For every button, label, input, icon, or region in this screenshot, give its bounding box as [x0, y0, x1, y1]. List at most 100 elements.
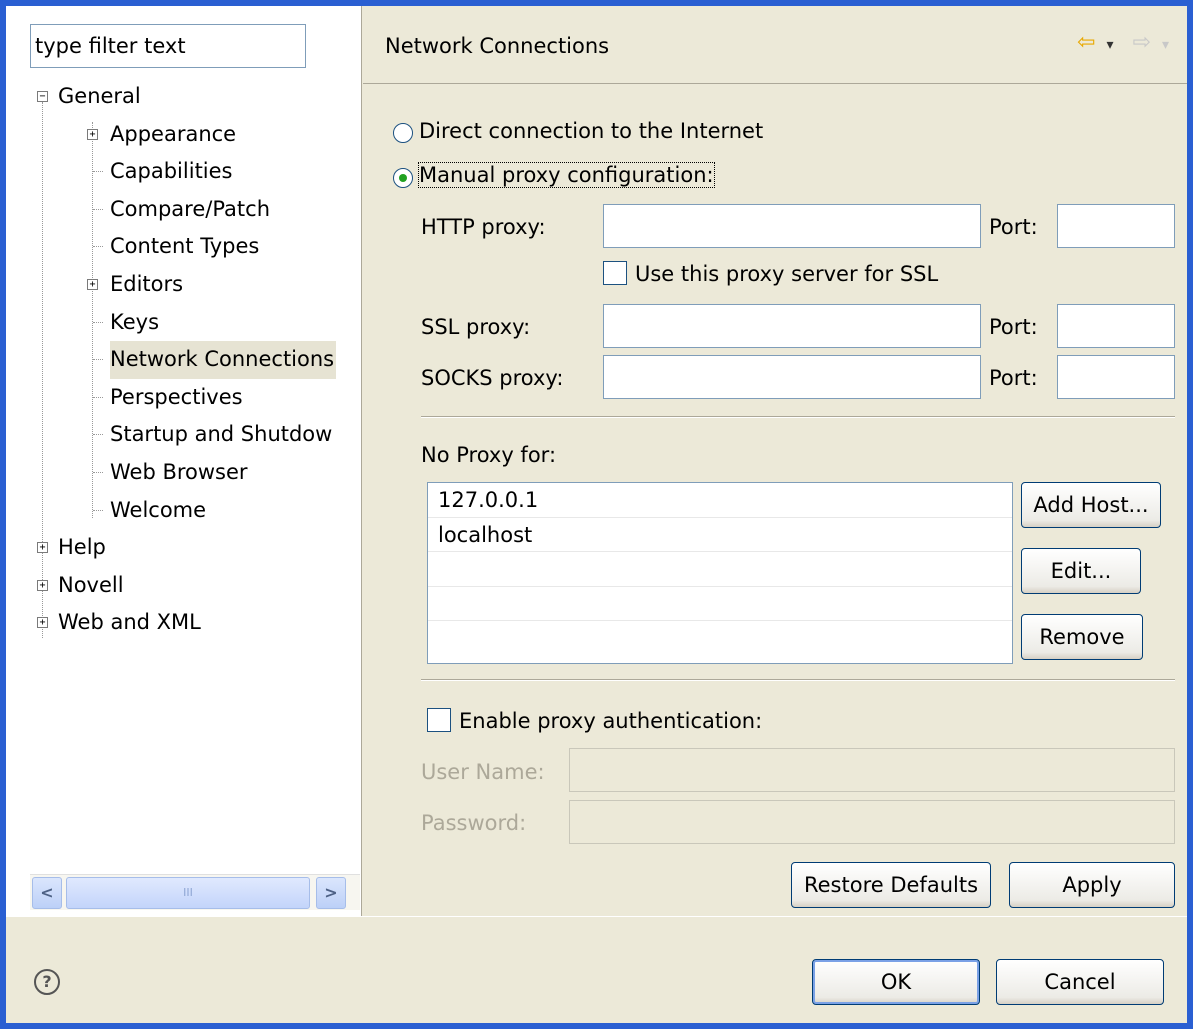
ssl-port-label: Port:	[989, 315, 1038, 339]
tree-item-web-browser[interactable]: Web Browser	[36, 454, 362, 492]
edit-host-button[interactable]: Edit...	[1021, 548, 1141, 594]
dialog-button-bar: ? OK Cancel	[6, 916, 1187, 1023]
password-input	[569, 800, 1175, 844]
scroll-right-button[interactable]: >	[316, 877, 346, 909]
tree-item-content-types[interactable]: Content Types	[36, 228, 362, 266]
tree-connector	[93, 321, 103, 323]
tree-connector	[93, 396, 103, 398]
preferences-tree-panel: − General + Appearance Capabilities Comp…	[6, 6, 362, 916]
tree-item-label: Help	[58, 535, 106, 560]
apply-button[interactable]: Apply	[1009, 862, 1175, 908]
ssl-proxy-input[interactable]	[603, 304, 981, 348]
socks-proxy-label: SOCKS proxy:	[421, 366, 564, 390]
list-item[interactable]: 127.0.0.1	[428, 483, 1012, 518]
tree-item-appearance[interactable]: + Appearance	[36, 116, 362, 154]
tree-connector	[93, 509, 103, 511]
page-title: Network Connections	[385, 34, 610, 58]
socks-port-label: Port:	[989, 366, 1038, 390]
tree-item-label: Network Connections	[110, 341, 337, 379]
tree-item-label: Web Browser	[110, 459, 248, 484]
expand-icon[interactable]: +	[87, 128, 98, 140]
forward-arrow-icon: ⇨	[1132, 30, 1151, 55]
http-port-input[interactable]	[1057, 204, 1175, 248]
separator	[421, 679, 1175, 681]
tree-item-keys[interactable]: Keys	[36, 304, 362, 342]
preferences-tree: − General + Appearance Capabilities Comp…	[36, 78, 362, 642]
restore-defaults-button[interactable]: Restore Defaults	[791, 862, 991, 908]
tree-connector	[93, 246, 103, 248]
tree-connector	[93, 208, 103, 210]
tree-item-startup-shutdown[interactable]: Startup and Shutdow	[36, 416, 362, 454]
network-connections-page: Network Connections ⇦ ▾ ⇨ ▾ Direct conne…	[363, 6, 1187, 916]
ssl-port-input[interactable]	[1057, 304, 1175, 348]
forward-dropdown-icon: ▾	[1161, 37, 1169, 53]
tree-item-label: Novell	[58, 572, 124, 597]
tree-item-perspectives[interactable]: Perspectives	[36, 379, 362, 417]
back-dropdown-icon[interactable]: ▾	[1107, 37, 1114, 53]
scroll-thumb[interactable]: III	[66, 877, 310, 909]
direct-connection-radio[interactable]	[393, 123, 413, 143]
tree-item-label: Welcome	[110, 497, 207, 522]
tree-item-label: Appearance	[110, 121, 237, 146]
add-host-button[interactable]: Add Host...	[1021, 482, 1161, 528]
remove-host-button[interactable]: Remove	[1021, 614, 1143, 660]
tree-item-label: Editors	[110, 271, 184, 296]
tree-item-web-and-xml[interactable]: + Web and XML	[36, 604, 362, 642]
http-port-label: Port:	[989, 215, 1038, 239]
list-item-empty	[428, 552, 1012, 587]
scroll-left-button[interactable]: <	[32, 877, 62, 909]
direct-connection-label[interactable]: Direct connection to the Internet	[419, 119, 763, 143]
page-header: Network Connections ⇦ ▾ ⇨ ▾	[363, 6, 1187, 84]
tree-item-general[interactable]: − General	[36, 78, 362, 116]
enable-auth-label[interactable]: Enable proxy authentication:	[459, 709, 762, 733]
help-icon[interactable]: ?	[34, 969, 60, 995]
separator	[421, 416, 1175, 418]
tree-item-label: Compare/Patch	[110, 196, 271, 221]
expand-icon[interactable]: +	[37, 579, 48, 591]
tree-item-compare-patch[interactable]: Compare/Patch	[36, 191, 362, 229]
socks-port-input[interactable]	[1057, 355, 1175, 399]
http-proxy-input[interactable]	[603, 204, 981, 248]
use-for-ssl-label[interactable]: Use this proxy server for SSL	[635, 262, 938, 286]
socks-proxy-input[interactable]	[603, 355, 981, 399]
back-arrow-icon[interactable]: ⇦	[1077, 30, 1095, 55]
list-item[interactable]: localhost	[428, 518, 1012, 552]
manual-proxy-label[interactable]: Manual proxy configuration:	[418, 162, 715, 188]
tree-item-help[interactable]: + Help	[36, 529, 362, 567]
tree-connector	[93, 471, 103, 473]
history-nav: ⇦ ▾ ⇨ ▾	[1073, 30, 1169, 55]
tree-item-capabilities[interactable]: Capabilities	[36, 153, 362, 191]
user-name-label: User Name:	[421, 760, 545, 784]
horizontal-scrollbar[interactable]: < III >	[30, 874, 360, 910]
tree-connector	[93, 434, 103, 436]
list-item-empty	[428, 621, 1012, 656]
expand-icon[interactable]: +	[87, 278, 98, 290]
tree-item-label: General	[58, 84, 141, 108]
enable-auth-checkbox[interactable]	[427, 708, 451, 732]
collapse-icon[interactable]: −	[37, 91, 48, 102]
filter-input[interactable]	[30, 24, 306, 68]
password-label: Password:	[421, 811, 527, 835]
tree-item-editors[interactable]: + Editors	[36, 266, 362, 304]
tree-item-label: Perspectives	[110, 384, 243, 409]
no-proxy-list[interactable]: 127.0.0.1 localhost	[427, 482, 1013, 664]
tree-connector	[93, 359, 103, 361]
manual-proxy-radio[interactable]	[393, 168, 413, 188]
tree-item-label: Web and XML	[58, 610, 201, 635]
cancel-button[interactable]: Cancel	[996, 959, 1164, 1005]
expand-icon[interactable]: +	[37, 617, 48, 629]
preferences-dialog: − General + Appearance Capabilities Comp…	[6, 6, 1187, 1023]
tree-item-label: Startup and Shutdow	[110, 422, 333, 447]
no-proxy-label: No Proxy for:	[421, 443, 557, 467]
tree-item-label: Capabilities	[110, 159, 233, 184]
ok-button[interactable]: OK	[812, 959, 980, 1005]
tree-item-label: Content Types	[110, 234, 260, 259]
tree-item-network-connections[interactable]: Network Connections	[36, 341, 362, 379]
user-name-input	[569, 748, 1175, 792]
tree-item-novell[interactable]: + Novell	[36, 567, 362, 605]
tree-item-label: Keys	[110, 309, 160, 334]
tree-item-welcome[interactable]: Welcome	[36, 492, 362, 530]
use-for-ssl-checkbox[interactable]	[603, 261, 627, 285]
tree-connector	[93, 171, 103, 173]
expand-icon[interactable]: +	[37, 542, 48, 554]
